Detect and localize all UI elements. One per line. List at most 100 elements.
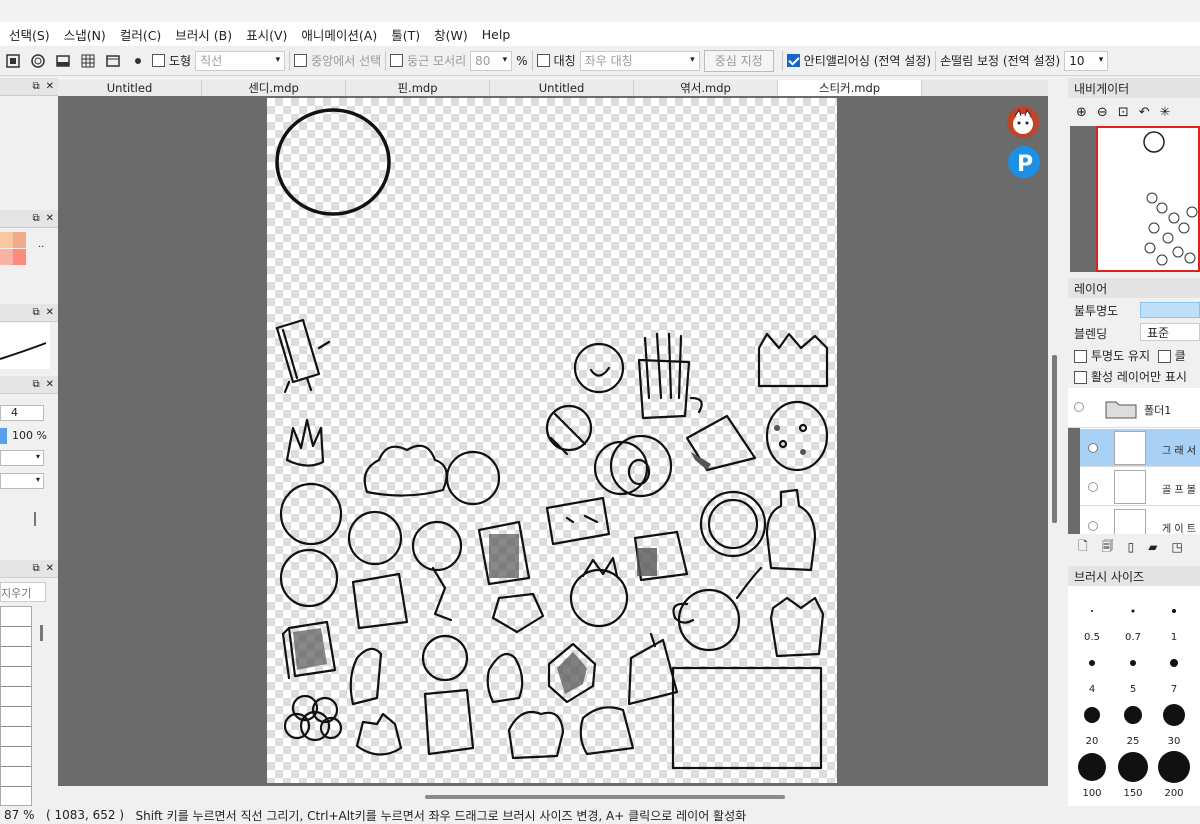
dropdown[interactable]: ▾ [0,473,44,489]
close-icon[interactable]: ✕ [46,213,54,224]
brush-size-option[interactable]: 4 [1075,646,1109,695]
menu-color[interactable]: 컬러(C) [113,25,168,44]
restore-icon[interactable]: ⧉ [32,213,39,224]
tab-yeopseo[interactable]: 엮서.mdp [634,80,778,96]
brush-dot-icon [1158,751,1190,783]
new-layer-icon[interactable]: 🗋 [1078,537,1088,558]
keep-opacity-option[interactable]: 투명도 유지 클 [1074,347,1186,364]
viewport-frame[interactable] [1096,126,1200,272]
close-icon[interactable]: ✕ [46,379,54,390]
layer-row[interactable]: 게 이 트 [1080,507,1200,534]
blend-dropdown[interactable]: 표준 [1140,323,1200,341]
menu-view[interactable]: 표시(V) [239,25,294,44]
color-swatch[interactable] [0,232,13,248]
opacity-bar[interactable] [0,428,7,444]
fill-shape-icon[interactable] [52,50,74,72]
navigator-preview[interactable] [1070,126,1200,272]
center-select-checkbox[interactable] [294,54,308,67]
layer-1bit-icon[interactable]: ▯ [1128,540,1135,554]
keep-opacity-checkbox[interactable] [1074,350,1087,363]
brush-size-option[interactable]: 7 [1157,646,1191,695]
merge-icon[interactable]: ◳ [1172,540,1183,554]
material-list[interactable] [0,606,32,806]
shape-dropdown[interactable]: 직선 ▾ [195,50,286,71]
active-only-option[interactable]: 활성 레이어만 표시 [1074,368,1187,385]
stabilizer-dropdown[interactable]: 10 ▾ [1064,50,1109,71]
restore-icon[interactable]: ⧉ [32,563,39,574]
more-icon[interactable]: ·· [38,242,44,253]
menu-brush[interactable]: 브러시 (B) [168,25,239,44]
close-icon[interactable]: ✕ [46,81,54,92]
eraser-button[interactable]: 지우기 [0,582,46,602]
chevron-down-icon: ▾ [35,475,40,484]
round-corner-dropdown[interactable]: 80 ▾ [470,50,513,71]
rotate-icon[interactable]: ↶ [1139,105,1150,120]
menu-help[interactable]: Help [475,27,518,42]
copy-layer-icon[interactable]: 🗐 [1102,537,1114,558]
tab-sendi[interactable]: 센디.mdp [202,80,346,96]
zoom-in-icon[interactable]: ⊕ [1076,105,1087,120]
restore-icon[interactable]: ⧉ [32,307,39,318]
layer-row[interactable]: 그 래 서 [1080,429,1200,467]
menu-animation[interactable]: 애니메이션(A) [294,25,384,44]
color-swatch[interactable] [13,249,26,265]
folder-add-icon[interactable]: ▰ [1148,540,1157,554]
brush-size-option[interactable]: 1 [1157,594,1191,643]
rect-select-icon[interactable] [2,50,24,72]
menu-snap[interactable]: 스냅(N) [57,25,113,44]
circle-shape-icon[interactable] [27,50,49,72]
brush-size-option[interactable]: 25 [1116,698,1150,747]
layer-opacity-slider[interactable] [1140,302,1200,318]
brush-size-option[interactable]: 5 [1116,646,1150,695]
slider-handle[interactable] [34,512,36,526]
pixiv-icon[interactable]: P [1008,146,1040,178]
eye-icon[interactable] [1074,402,1084,412]
restore-icon[interactable]: ⧉ [32,379,39,390]
dropdown[interactable]: ▾ [0,450,44,466]
tab-sticker[interactable]: 스티커.mdp [778,80,922,96]
eye-icon[interactable] [1088,443,1098,453]
clip-checkbox[interactable] [1157,350,1171,363]
avatar[interactable] [1007,106,1039,138]
menu-window[interactable]: 창(W) [427,25,475,44]
close-icon[interactable]: ✕ [46,307,54,318]
fit-icon[interactable]: ⊡ [1118,105,1129,120]
grid-icon[interactable] [77,50,99,72]
color-swatch[interactable] [0,249,13,265]
frame-icon[interactable] [102,50,124,72]
symmetry-dropdown[interactable]: 좌우 대칭 ▾ [579,50,700,71]
brush-size-option[interactable]: 100 [1075,750,1109,799]
horizontal-scrollbar[interactable] [425,795,785,799]
size-input[interactable]: 4 [0,405,44,421]
menu-tool[interactable]: 툴(T) [384,25,427,44]
color-swatch[interactable] [13,232,26,248]
restore-icon[interactable]: ⧉ [32,81,39,92]
symmetry-checkbox[interactable] [536,54,550,67]
zoom-out-icon[interactable]: ⊖ [1097,105,1108,120]
layer-folder-row[interactable]: 폴더1 [1068,388,1200,428]
brush-size-option[interactable]: 0.5 [1075,594,1109,643]
round-corner-checkbox[interactable] [390,54,404,67]
brush-size-option[interactable]: 0.7 [1116,594,1150,643]
tab-untitled-1[interactable]: Untitled [58,80,202,96]
center-set-button[interactable]: 중심 지정 [703,49,774,72]
eye-icon[interactable] [1088,521,1098,531]
close-icon[interactable]: ✕ [46,563,54,574]
active-only-checkbox[interactable] [1074,371,1087,384]
layer-row[interactable]: 골 프 볼 [1080,468,1200,506]
drawing-canvas[interactable] [267,98,837,783]
shape-checkbox[interactable] [152,54,165,67]
menu-select[interactable]: 선택(S) [2,25,57,44]
reset-icon[interactable]: ✳ [1160,105,1171,120]
brush-size-option[interactable]: 200 [1157,750,1191,799]
tab-untitled-2[interactable]: Untitled [490,80,634,96]
antialias-checkbox[interactable] [786,54,800,67]
list-scrollbar[interactable] [40,625,43,641]
brush-size-option[interactable]: 20 [1075,698,1109,747]
eye-icon[interactable] [1088,482,1098,492]
vertical-scrollbar[interactable] [1052,355,1057,523]
brush-size-option[interactable]: 30 [1157,698,1191,747]
dot-icon[interactable] [127,50,149,72]
brush-size-option[interactable]: 150 [1116,750,1150,799]
tab-pin[interactable]: 핀.mdp [346,80,490,96]
